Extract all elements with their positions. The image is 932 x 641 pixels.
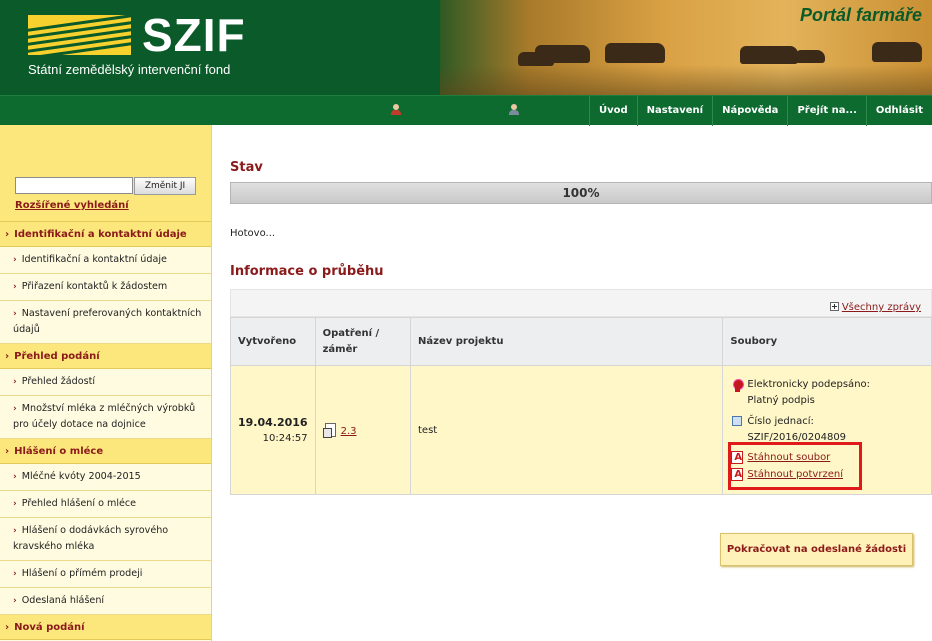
cell-measure: 2.3 (314, 365, 412, 495)
sidebar-item-applications[interactable]: › Přehled žádostí (0, 369, 211, 396)
cow-image (605, 43, 665, 63)
all-messages-toggle[interactable]: Všechny zprávy (829, 302, 921, 313)
sidebar-section-identification[interactable]: › Identifikační a kontaktní údaje (0, 222, 211, 247)
all-messages-link[interactable]: Všechny zprávy (842, 302, 921, 313)
sidebar: Změnit JI Rozšířené vyhledání › Identifik… (0, 125, 212, 641)
table-header-row: Vytvořeno Opatření / záměr Název projekt… (230, 317, 932, 366)
sidebar-item-sent-reports[interactable]: › Odeslaná hlášení (0, 588, 211, 615)
sidebar-item-raw-milk-deliveries[interactable]: › Hlášení o dodávkách syrového kravského … (0, 518, 211, 561)
col-measure: Opatření / záměr (314, 317, 412, 366)
chevron-right-icon: › (5, 446, 10, 457)
continue-to-sent-applications-button[interactable]: Pokračovat na odeslané žádosti (720, 533, 913, 566)
nav-uvod[interactable]: Úvod (588, 96, 637, 126)
status-title: Stav (230, 160, 263, 175)
search-input[interactable] (15, 177, 133, 194)
cell-project: test (410, 365, 724, 495)
cow-image (518, 52, 554, 66)
sidebar-menu: › Identifikační a kontaktní údaje › Identi… (0, 222, 211, 640)
change-ji-button[interactable]: Změnit JI (134, 177, 196, 195)
document-icon[interactable] (322, 423, 337, 438)
expand-plus-icon[interactable] (829, 302, 839, 311)
chevron-right-icon: › (5, 229, 10, 240)
cow-image (872, 42, 922, 62)
chevron-right-icon: › (13, 309, 17, 319)
col-project-name: Název projektu (410, 317, 724, 366)
created-time: 10:24:57 (262, 433, 308, 444)
chevron-right-icon: › (13, 404, 17, 414)
sidebar-section-new-submissions[interactable]: › Nová podání (0, 615, 211, 640)
info-title: Informace o průběhu (230, 264, 384, 279)
chevron-right-icon: › (13, 569, 17, 579)
signature-ribbon-icon (732, 379, 745, 392)
sidebar-item-milk-report-overview[interactable]: › Přehled hlášení o mléce (0, 491, 211, 518)
status-text: Hotovo... (230, 228, 276, 239)
created-date: 19.04.2016 (238, 416, 308, 429)
logo-subtitle: Státní zemědělský intervenční fond (28, 62, 231, 77)
nav-menu: Úvod Nastavení Nápověda Přejít na... Odh… (588, 96, 932, 126)
portal-title: Portál farmáře (799, 5, 922, 25)
sidebar-item-milk-quotas[interactable]: › Mléčné kvóty 2004-2015 (0, 464, 211, 491)
highlight-box (728, 442, 862, 490)
sidebar-section-submissions[interactable]: › Přehled podání (0, 344, 211, 369)
logo-stripes (28, 15, 131, 55)
book-icon (732, 416, 743, 426)
nav-nastaveni[interactable]: Nastavení (636, 96, 712, 126)
chevron-right-icon: › (5, 351, 10, 362)
nav-napoveda[interactable]: Nápověda (712, 96, 787, 126)
cell-created: 19.04.2016 10:24:57 (230, 365, 316, 495)
cow-image (795, 50, 825, 63)
header: SZIF Státní zemědělský intervenční fond … (0, 0, 932, 95)
sidebar-item-contact-assignment[interactable]: › Přiřazení kontaktů k žádostem (0, 274, 211, 301)
chevron-right-icon: › (13, 526, 17, 536)
chevron-right-icon: › (13, 377, 17, 387)
chevron-right-icon: › (13, 499, 17, 509)
signature-info: Elektronicky podepsáno: Platný podpis (730, 377, 924, 409)
advanced-search-link[interactable]: Rozšířené vyhledání (15, 200, 129, 211)
col-created: Vytvořeno (230, 317, 316, 366)
messages-toolbar: Všechny zprávy (230, 289, 932, 317)
nav-prejit-na[interactable]: Přejít na... (787, 96, 865, 126)
measure-link[interactable]: 2.3 (341, 426, 357, 437)
chevron-right-icon: › (13, 472, 17, 482)
progress-bar: 100% (230, 182, 932, 204)
chevron-right-icon: › (13, 596, 17, 606)
sidebar-item-milk-quantity[interactable]: › Množství mléka z mléčných výrobků pro ú… (0, 396, 211, 439)
user-icon[interactable] (508, 104, 520, 116)
nav-odhlasit[interactable]: Odhlásit (865, 96, 932, 126)
sidebar-item-direct-sales[interactable]: › Hlášení o přímém prodeji (0, 561, 211, 588)
sidebar-item-preferred-contacts[interactable]: › Nastavení preferovaných kontaktních úda… (0, 301, 211, 344)
logo-text: SZIF (142, 9, 246, 61)
chevron-right-icon: › (5, 622, 10, 633)
user-icon[interactable] (390, 104, 402, 116)
chevron-right-icon: › (13, 255, 17, 265)
col-files: Soubory (722, 317, 932, 366)
sidebar-section-milk-reports[interactable]: › Hlášení o mléce (0, 439, 211, 464)
sidebar-item-identification[interactable]: › Identifikační a kontaktní údaje (0, 247, 211, 274)
search-area: Změnit JI Rozšířené vyhledání (0, 125, 211, 222)
nav-bar: Úvod Nastavení Nápověda Přejít na... Odh… (0, 95, 932, 126)
cow-image (740, 46, 798, 64)
chevron-right-icon: › (13, 282, 17, 292)
